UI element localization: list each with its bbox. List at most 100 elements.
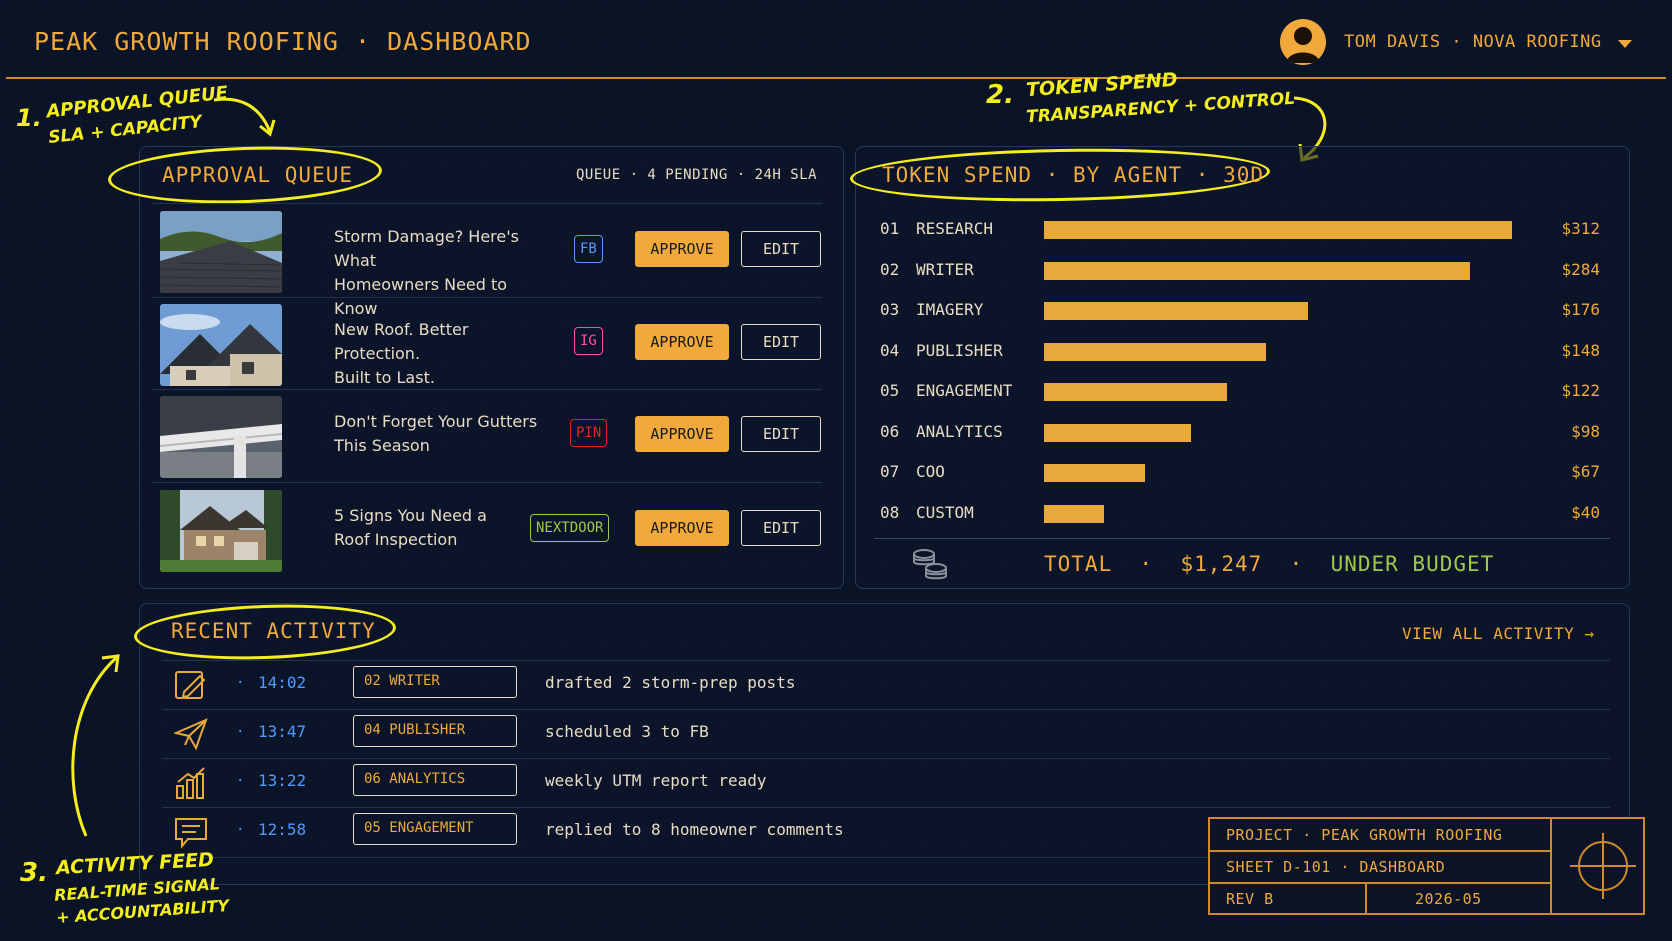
- token-spend-row: 01 RESEARCH $312: [880, 209, 1600, 249]
- paper-plane-icon: [174, 718, 208, 751]
- annotation-2-number: 2.: [986, 80, 1014, 110]
- roof-shingles-photo: [160, 211, 282, 293]
- activity-text: weekly UTM report ready: [545, 771, 767, 790]
- queue-item-title: 5 Signs You Need a Roof Inspection: [334, 506, 487, 549]
- chat-bubble-icon: [175, 818, 207, 849]
- agent-index: 03: [880, 300, 900, 319]
- token-spend-title: TOKEN SPEND · BY AGENT · 30D: [882, 163, 1265, 187]
- agent-index: 05: [880, 381, 900, 400]
- activity-dot: ·: [236, 675, 245, 691]
- approve-button[interactable]: APPROVE: [635, 231, 729, 267]
- token-spend-row: 02 WRITER $284: [880, 250, 1600, 290]
- pencil-icon: [175, 671, 206, 699]
- annotation-2-title: TOKEN SPEND: [1025, 68, 1179, 102]
- header-divider: [6, 77, 1666, 79]
- spend-bar: [1044, 342, 1266, 361]
- annotation-1-number: 1.: [16, 104, 42, 132]
- spend-bar: [1044, 464, 1145, 482]
- spend-bar: [1044, 221, 1512, 239]
- agent-name: COO: [916, 462, 945, 481]
- spend-bar: [1044, 302, 1308, 320]
- activity-time: 12:58: [258, 820, 307, 839]
- queue-item: Don't Forget Your Gutters This Season PI…: [160, 392, 821, 478]
- suburban-house-photo: [160, 490, 282, 572]
- gutter-photo: [160, 396, 282, 478]
- annotation-3-number: 3.: [20, 858, 48, 888]
- token-spend-row: 03 IMAGERY $176: [880, 290, 1600, 330]
- activity-time: 14:02: [258, 673, 307, 692]
- user-avatar-icon[interactable]: [1280, 19, 1326, 65]
- total-label: TOTAL: [1044, 552, 1113, 576]
- queue-item: New Roof. Better Protection. Built to La…: [160, 300, 821, 387]
- agent-name: WRITER: [916, 259, 974, 279]
- annotation-1-arrow-icon: [213, 97, 276, 137]
- token-spend-row: 04 PUBLISHER $148: [880, 331, 1600, 371]
- agent-badge: 06 ANALYTICS: [353, 764, 517, 796]
- total-separator: ·: [1275, 552, 1317, 576]
- house-roof-photo: [160, 304, 282, 386]
- divider: [152, 203, 822, 204]
- channel-badge-ig: IG: [574, 327, 603, 355]
- title-block-line: [1210, 850, 1550, 852]
- approve-button[interactable]: APPROVE: [635, 510, 729, 546]
- token-spend-row: 06 ANALYTICS $98: [880, 412, 1600, 452]
- token-spend-row: 07 COO $67: [880, 452, 1600, 492]
- title-block-rev: REV B: [1226, 890, 1274, 908]
- edit-button[interactable]: EDIT: [741, 510, 821, 546]
- divider: [152, 482, 822, 483]
- crosshair-icon: [1570, 833, 1636, 899]
- chevron-down-icon[interactable]: [1618, 40, 1632, 48]
- recent-activity-title: RECENT ACTIVITY: [171, 619, 376, 643]
- budget-status: UNDER BUDGET: [1330, 552, 1495, 576]
- title-block-project: PROJECT · PEAK GROWTH ROOFING: [1226, 826, 1503, 844]
- edit-button[interactable]: EDIT: [741, 416, 821, 452]
- channel-badge-fb: FB: [574, 235, 603, 263]
- spend-value: $284: [1561, 259, 1600, 279]
- activity-time: 13:47: [258, 722, 307, 741]
- user-account-label[interactable]: TOM DAVIS · NOVA ROOFING: [1344, 32, 1602, 52]
- agent-index: 02: [880, 259, 900, 279]
- agent-name: IMAGERY: [916, 300, 984, 319]
- spend-value: $122: [1561, 381, 1600, 400]
- spend-value: $148: [1561, 340, 1600, 360]
- agent-name: PUBLISHER: [916, 340, 1003, 360]
- view-all-activity-link[interactable]: VIEW ALL ACTIVITY →: [1402, 624, 1595, 643]
- spend-value: $67: [1571, 462, 1600, 481]
- activity-time: 13:22: [258, 771, 307, 790]
- queue-item-title: New Roof. Better Protection. Built to La…: [334, 320, 469, 387]
- divider: [152, 297, 822, 298]
- queue-item: 5 Signs You Need a Roof Inspection NEXTD…: [160, 486, 821, 572]
- coins-icon: [913, 549, 947, 580]
- approve-button[interactable]: APPROVE: [635, 324, 729, 360]
- token-spend-row: 08 CUSTOM $40: [880, 493, 1600, 533]
- agent-badge: 05 ENGAGEMENT: [353, 813, 517, 845]
- divider: [152, 389, 822, 390]
- edit-button[interactable]: EDIT: [741, 231, 821, 267]
- activity-dot: ·: [236, 773, 245, 789]
- spend-bar: [1044, 383, 1227, 401]
- total-value: $1,247: [1180, 552, 1263, 576]
- approve-button[interactable]: APPROVE: [635, 416, 729, 452]
- agent-name: ENGAGEMENT: [916, 381, 1013, 400]
- agent-index: 07: [880, 462, 900, 481]
- agent-name: ANALYTICS: [916, 421, 1003, 441]
- agent-name: RESEARCH: [916, 219, 994, 238]
- approval-queue-meta: QUEUE · 4 PENDING · 24H SLA: [576, 167, 818, 183]
- edit-button[interactable]: EDIT: [741, 324, 821, 360]
- spend-value: $312: [1561, 219, 1600, 238]
- title-block-line: [1210, 882, 1550, 884]
- divider: [874, 538, 1610, 539]
- activity-text: replied to 8 homeowner comments: [545, 820, 844, 839]
- agent-index: 08: [880, 502, 900, 522]
- spend-bar: [1044, 423, 1191, 442]
- bar-chart-icon: [176, 767, 205, 799]
- page-title: PEAK GROWTH ROOFING · DASHBOARD: [34, 27, 532, 56]
- spend-bar: [1044, 504, 1104, 523]
- activity-text: drafted 2 storm-prep posts: [545, 673, 796, 692]
- spend-value: $98: [1571, 421, 1600, 441]
- agent-name: CUSTOM: [916, 502, 974, 522]
- annotation-1-title: APPROVAL QUEUE: [45, 82, 229, 123]
- spend-value: $40: [1571, 502, 1600, 522]
- total-separator: ·: [1125, 552, 1167, 576]
- queue-item-title: Don't Forget Your Gutters This Season: [334, 412, 538, 455]
